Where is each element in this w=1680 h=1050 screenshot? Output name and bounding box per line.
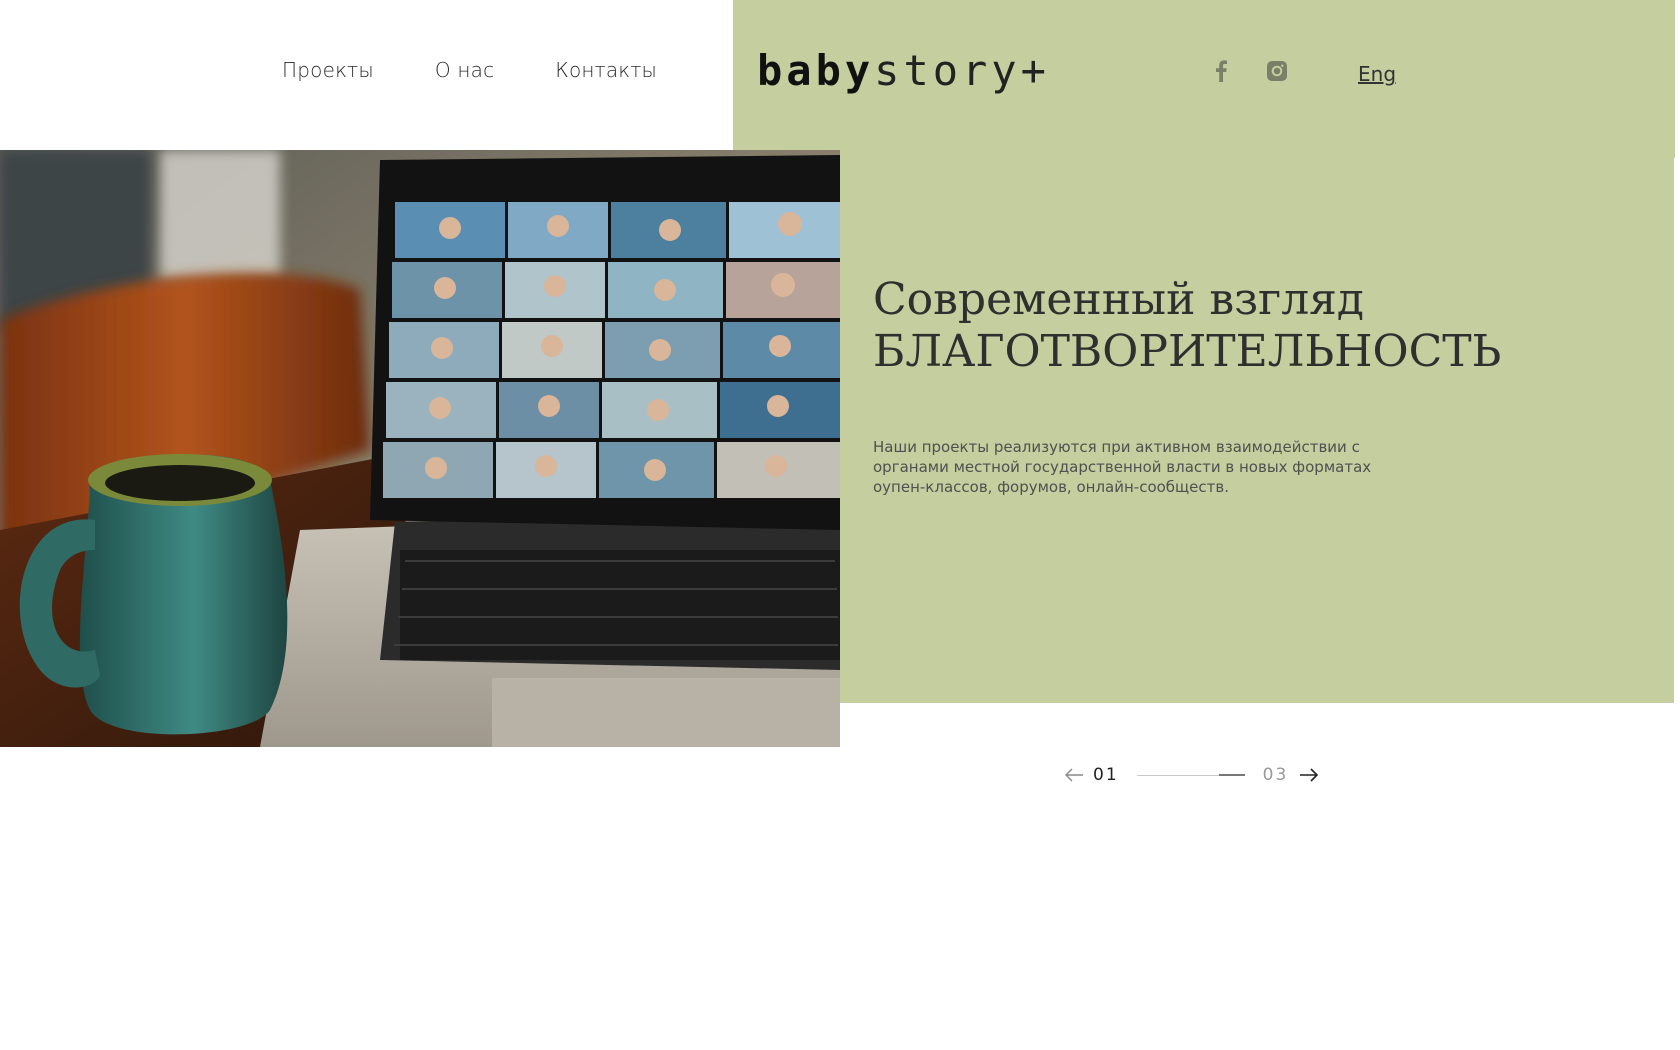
- nav-item-about[interactable]: О нас: [435, 58, 494, 82]
- slider-pagination: 01 03: [1063, 764, 1333, 786]
- slider-progress-track: [1136, 774, 1245, 776]
- social-links: [1210, 58, 1288, 84]
- facebook-icon[interactable]: [1210, 58, 1232, 84]
- nav-item-contacts[interactable]: Контакты: [555, 58, 657, 82]
- hero-title: Современный взгляд БЛАГОТВОРИТЕЛЬНОСТЬ: [873, 274, 1573, 378]
- slide-total-number: 03: [1262, 765, 1289, 785]
- slide-current-number: 01: [1093, 765, 1119, 785]
- hero-photo: [0, 150, 840, 747]
- site-logo[interactable]: babystory+: [757, 46, 1050, 95]
- hero-title-line-2: БЛАГОТВОРИТЕЛЬНОСТЬ: [873, 326, 1502, 377]
- next-arrow-icon[interactable]: [1298, 767, 1320, 783]
- prev-arrow-icon[interactable]: [1063, 767, 1085, 783]
- instagram-icon[interactable]: [1266, 58, 1288, 84]
- hero-photo-illustration: [0, 150, 840, 747]
- hero-title-line-1: Современный взгляд: [873, 274, 1365, 325]
- slider-progress-fill: [1218, 774, 1245, 776]
- nav-item-projects[interactable]: Проекты: [282, 58, 374, 82]
- logo-light: story+: [874, 46, 1050, 95]
- page-edge: [1674, 158, 1680, 703]
- logo-bold: baby: [757, 46, 875, 95]
- page: Проекты О нас Контакты babystory+ Eng Со…: [0, 0, 1680, 1050]
- language-switch[interactable]: Eng: [1358, 62, 1396, 86]
- main-nav: Проекты О нас Контакты: [282, 58, 657, 82]
- hero-description: Наши проекты реализуются при активном вз…: [873, 438, 1372, 496]
